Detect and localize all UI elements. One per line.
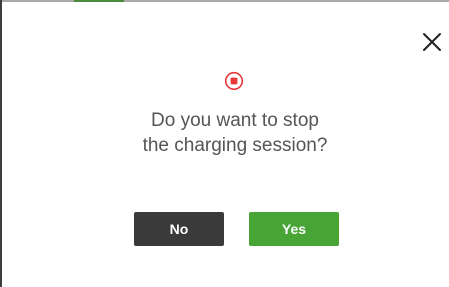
dialog-message-line: Do you want to stop: [151, 110, 319, 131]
stop-record-icon: [224, 71, 244, 91]
no-button[interactable]: No: [134, 212, 224, 246]
dialog-message: Do you want to stop the charging session…: [2, 108, 449, 158]
app-frame: Do you want to stop the charging session…: [0, 0, 449, 287]
dialog-message-line: the charging session?: [142, 135, 328, 156]
close-icon[interactable]: [420, 30, 444, 54]
yes-button[interactable]: Yes: [249, 212, 339, 246]
confirm-stop-dialog: Do you want to stop the charging session…: [2, 2, 449, 287]
